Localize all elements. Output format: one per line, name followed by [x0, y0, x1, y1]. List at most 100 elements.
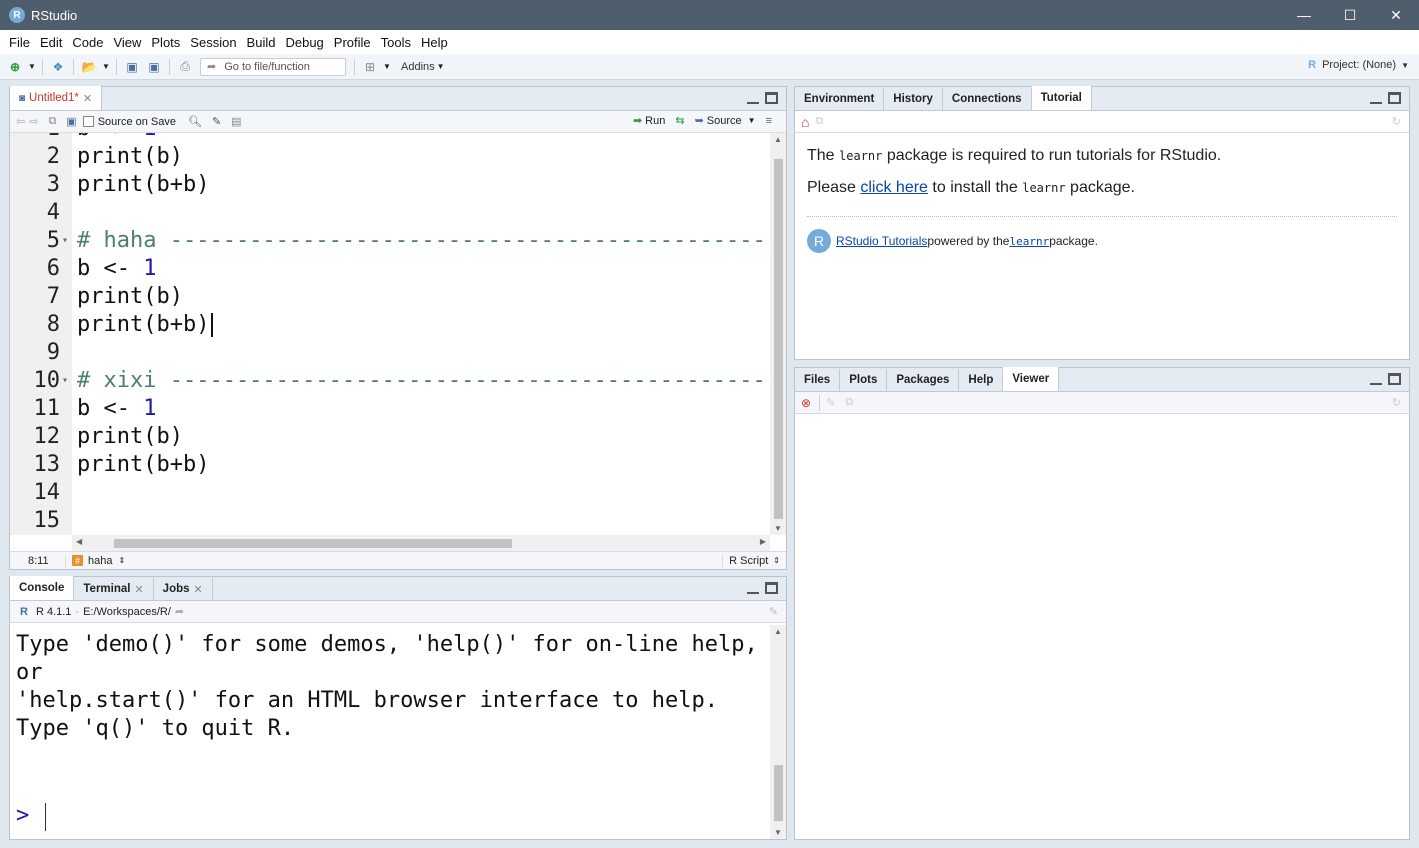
run-button[interactable]: ➡ Run — [633, 114, 665, 128]
source-on-save-label: Source on Save — [97, 115, 176, 128]
popout-icon[interactable]: ⧉ — [845, 396, 853, 409]
menu-profile[interactable]: Profile — [329, 35, 376, 50]
dropdown-arrow-icon[interactable]: ▼ — [383, 58, 391, 76]
clear-viewer-icon[interactable]: ✎ — [826, 396, 835, 409]
menu-edit[interactable]: Edit — [35, 35, 67, 50]
tab-files[interactable]: Files — [795, 369, 841, 391]
search-icon[interactable]: 🔍︎ — [188, 115, 202, 128]
tab-packages[interactable]: Packages — [887, 369, 960, 391]
new-project-icon[interactable]: ❖ — [49, 58, 67, 76]
menu-build[interactable]: Build — [242, 35, 281, 50]
scroll-left-icon[interactable]: ◀ — [76, 537, 82, 546]
menu-debug[interactable]: Debug — [280, 35, 328, 50]
new-file-icon[interactable]: ⊕ — [6, 58, 24, 76]
close-tab-icon[interactable]: ✕ — [194, 583, 203, 596]
scroll-down-icon[interactable]: ▼ — [774, 524, 782, 533]
scroll-thumb[interactable] — [114, 539, 512, 548]
menu-tools[interactable]: Tools — [376, 35, 416, 50]
console-input-cursor[interactable] — [45, 803, 46, 831]
scroll-up-icon[interactable]: ▲ — [774, 627, 782, 636]
save-all-icon[interactable]: ▣ — [145, 58, 163, 76]
scroll-right-icon[interactable]: ▶ — [760, 537, 766, 546]
scroll-thumb[interactable] — [774, 765, 783, 821]
editor-horizontal-scrollbar[interactable]: ◀ ▶ — [72, 535, 770, 551]
editor-vertical-scrollbar[interactable]: ▲ ▼ — [770, 133, 786, 535]
tab-jobs[interactable]: Jobs ✕ — [154, 578, 213, 600]
code-editor[interactable]: 1b <- 1 2print(b) 3print(b+b) 4 5▾# haha… — [10, 133, 770, 535]
tab-connections[interactable]: Connections — [943, 88, 1032, 110]
dropdown-arrow-icon[interactable]: ▼ — [102, 58, 110, 76]
section-navigator[interactable]: # haha ⇕ — [72, 555, 125, 567]
source-button[interactable]: ➥ Source ▼ — [695, 114, 756, 128]
minimize-button[interactable]: — — [1281, 0, 1327, 30]
fold-toggle-icon[interactable]: ▾ — [62, 367, 68, 395]
menu-file[interactable]: File — [4, 35, 35, 50]
back-arrow-icon[interactable]: ⇦ — [16, 115, 25, 128]
click-here-link[interactable]: click here — [860, 179, 928, 196]
stop-icon[interactable]: ⊗ — [801, 396, 811, 410]
menu-help[interactable]: Help — [416, 35, 453, 50]
menu-code[interactable]: Code — [67, 35, 108, 50]
minimize-pane-button[interactable] — [747, 92, 759, 104]
close-tab-icon[interactable]: ✕ — [83, 92, 92, 105]
tab-help[interactable]: Help — [959, 369, 1004, 391]
menu-session[interactable]: Session — [185, 35, 241, 50]
maximize-pane-button[interactable] — [1388, 92, 1401, 104]
minimize-pane-button[interactable] — [1370, 373, 1382, 385]
divider — [807, 216, 1397, 217]
forward-arrow-icon[interactable]: ⇨ — [29, 115, 38, 128]
menu-view[interactable]: View — [108, 35, 146, 50]
code-line: 8 print(b+b) — [10, 311, 770, 339]
dropdown-arrow-icon[interactable]: ▼ — [437, 58, 445, 76]
tab-history[interactable]: History — [884, 88, 943, 110]
popout-icon[interactable]: ⧉ — [815, 115, 823, 128]
scroll-thumb[interactable] — [774, 159, 783, 519]
grid-layout-icon[interactable]: ⊞ — [361, 58, 379, 76]
close-button[interactable]: ✕ — [1373, 0, 1419, 30]
minimize-pane-button[interactable] — [747, 582, 759, 594]
show-in-window-icon[interactable]: ⧉ — [48, 115, 56, 128]
clear-console-icon[interactable]: ✎ — [769, 605, 778, 618]
scroll-down-icon[interactable]: ▼ — [774, 828, 782, 837]
minimize-pane-button[interactable] — [1370, 92, 1382, 104]
save-icon[interactable]: ▣ — [66, 115, 76, 128]
learnr-link[interactable]: learnr — [1009, 235, 1049, 248]
maximize-pane-button[interactable] — [765, 92, 778, 104]
open-file-icon[interactable]: 📂 — [80, 58, 98, 76]
dropdown-arrow-icon[interactable]: ▼ — [28, 58, 36, 76]
refresh-icon[interactable]: ↻ — [1392, 115, 1401, 128]
tab-untitled1[interactable]: ◙ Untitled1* ✕ — [10, 86, 103, 110]
magic-wand-icon[interactable]: ✎ — [212, 115, 221, 128]
tab-tutorial[interactable]: Tutorial — [1031, 86, 1092, 110]
fold-toggle-icon[interactable]: ▾ — [62, 227, 68, 255]
goto-directory-icon[interactable]: ➦ — [175, 605, 184, 618]
maximize-button[interactable]: ☐ — [1327, 0, 1373, 30]
scroll-up-icon[interactable]: ▲ — [774, 135, 782, 144]
powered-text-end: package. — [1049, 234, 1098, 248]
print-icon[interactable]: ⎙ — [176, 58, 194, 76]
tab-plots[interactable]: Plots — [840, 369, 888, 391]
console-vertical-scrollbar[interactable]: ▲ ▼ — [770, 625, 786, 839]
tab-viewer[interactable]: Viewer — [1003, 367, 1060, 391]
home-icon[interactable]: ⌂ — [801, 114, 809, 130]
menu-plots[interactable]: Plots — [146, 35, 185, 50]
tab-console[interactable]: Console — [10, 576, 75, 600]
maximize-pane-button[interactable] — [1388, 373, 1401, 385]
environment-pane: Environment History Connections Tutorial… — [794, 86, 1410, 360]
maximize-pane-button[interactable] — [765, 582, 778, 594]
code-line: 13 print(b+b) — [33, 452, 210, 477]
source-on-save-checkbox[interactable] — [82, 116, 94, 127]
tab-environment[interactable]: Environment — [795, 88, 885, 110]
outline-icon[interactable]: ≡ — [766, 115, 772, 127]
rerun-icon[interactable]: ⇆ — [675, 114, 684, 127]
tab-terminal[interactable]: Terminal ✕ — [74, 578, 154, 600]
compile-report-icon[interactable]: ▤ — [231, 115, 241, 128]
rstudio-tutorials-link[interactable]: RStudio Tutorials — [836, 234, 927, 248]
save-icon[interactable]: ▣ — [123, 58, 141, 76]
refresh-icon[interactable]: ↻ — [1392, 396, 1401, 409]
close-tab-icon[interactable]: ✕ — [134, 583, 143, 596]
goto-file-input[interactable]: ➦ Go to file/function — [200, 57, 346, 76]
filetype-selector[interactable]: R Script ⇕ — [722, 554, 780, 567]
project-menu[interactable]: R Project: (None) ▼ — [1308, 59, 1409, 71]
addins-menu[interactable]: Addins — [401, 61, 435, 73]
